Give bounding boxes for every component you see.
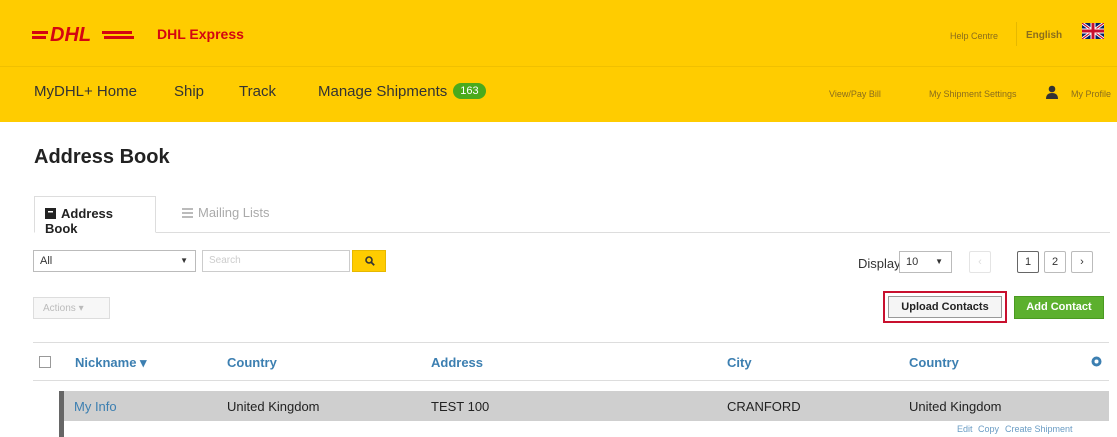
search-button[interactable] <box>352 250 386 272</box>
page-title: Address Book <box>34 146 170 168</box>
help-centre-link[interactable]: Help Centre <box>950 31 998 41</box>
cell-country: United Kingdom <box>227 399 320 414</box>
caret-down-icon: ▼ <box>935 257 943 266</box>
user-icon <box>1046 85 1058 99</box>
language-selector[interactable]: English <box>1026 30 1062 41</box>
row-create-shipment-link[interactable]: Create Shipment <box>1005 424 1073 434</box>
page-1-button[interactable]: 1 <box>1017 251 1039 273</box>
list-icon <box>182 208 193 218</box>
search-icon <box>365 256 375 266</box>
table-header: Nickname ▾ Country Address City Country <box>33 342 1109 381</box>
uk-flag-icon[interactable] <box>1082 23 1104 39</box>
column-header-country-2[interactable]: Country <box>909 355 959 370</box>
book-icon <box>45 208 56 219</box>
display-label: Display <box>858 256 901 271</box>
nav-manage-label: Manage Shipments <box>318 83 448 100</box>
shipments-count-badge: 163 <box>453 83 486 99</box>
caret-down-icon: ▼ <box>180 256 188 265</box>
row-accent-bar <box>59 421 64 437</box>
column-header-address[interactable]: Address <box>431 355 483 370</box>
nav-ship[interactable]: Ship <box>174 83 204 100</box>
upload-contacts-button[interactable]: Upload Contacts <box>888 296 1002 318</box>
prev-page-button[interactable]: ‹ <box>969 251 991 273</box>
column-header-country[interactable]: Country <box>227 355 277 370</box>
tab-mailing-lists-label: Mailing Lists <box>198 205 270 220</box>
select-all-checkbox[interactable] <box>39 356 51 368</box>
search-input[interactable]: Search <box>202 250 350 272</box>
column-header-city[interactable]: City <box>727 355 752 370</box>
actions-dropdown[interactable]: Actions ▾ <box>33 297 110 319</box>
cell-address: TEST 100 <box>431 399 490 414</box>
filter-dropdown[interactable]: All ▼ <box>33 250 196 272</box>
nav-my-profile[interactable]: My Profile <box>1071 89 1111 99</box>
display-count-dropdown[interactable]: 10 ▼ <box>899 251 952 273</box>
row-edit-link[interactable]: Edit <box>957 424 973 434</box>
dhl-logo[interactable]: DHL <box>32 23 142 45</box>
table-row[interactable]: My Info United Kingdom TEST 100 CRANFORD… <box>59 391 1109 421</box>
display-selected-value: 10 <box>906 256 919 268</box>
next-page-button[interactable]: › <box>1071 251 1093 273</box>
nav-shipment-settings[interactable]: My Shipment Settings <box>929 89 1017 99</box>
column-header-nickname[interactable]: Nickname ▾ <box>75 355 147 371</box>
brand-name: DHL Express <box>157 26 244 42</box>
cell-nickname[interactable]: My Info <box>74 399 117 414</box>
cell-city: CRANFORD <box>727 399 801 414</box>
main-nav: MyDHL+ Home Ship Track Manage Shipments 1… <box>0 66 1117 122</box>
tab-mailing-lists[interactable]: Mailing Lists <box>172 196 280 233</box>
gear-icon[interactable] <box>1090 355 1103 368</box>
filter-selected-value: All <box>40 255 53 267</box>
svg-text:DHL: DHL <box>50 24 91 45</box>
tab-address-book[interactable]: Address Book <box>34 196 156 236</box>
nav-view-pay-bill[interactable]: View/Pay Bill <box>829 89 881 99</box>
nav-home[interactable]: MyDHL+ Home <box>34 83 137 100</box>
tab-bar: Address Book Mailing Lists <box>34 196 1110 236</box>
page-2-button[interactable]: 2 <box>1044 251 1066 273</box>
top-header: DHL DHL Express Help Centre English <box>0 0 1117 66</box>
header-divider <box>1016 22 1017 46</box>
nav-manage-shipments[interactable]: Manage Shipments 163 <box>318 83 486 100</box>
nav-track[interactable]: Track <box>239 83 276 100</box>
add-contact-button[interactable]: Add Contact <box>1014 296 1104 319</box>
row-copy-link[interactable]: Copy <box>978 424 999 434</box>
cell-country-2: United Kingdom <box>909 399 1002 414</box>
